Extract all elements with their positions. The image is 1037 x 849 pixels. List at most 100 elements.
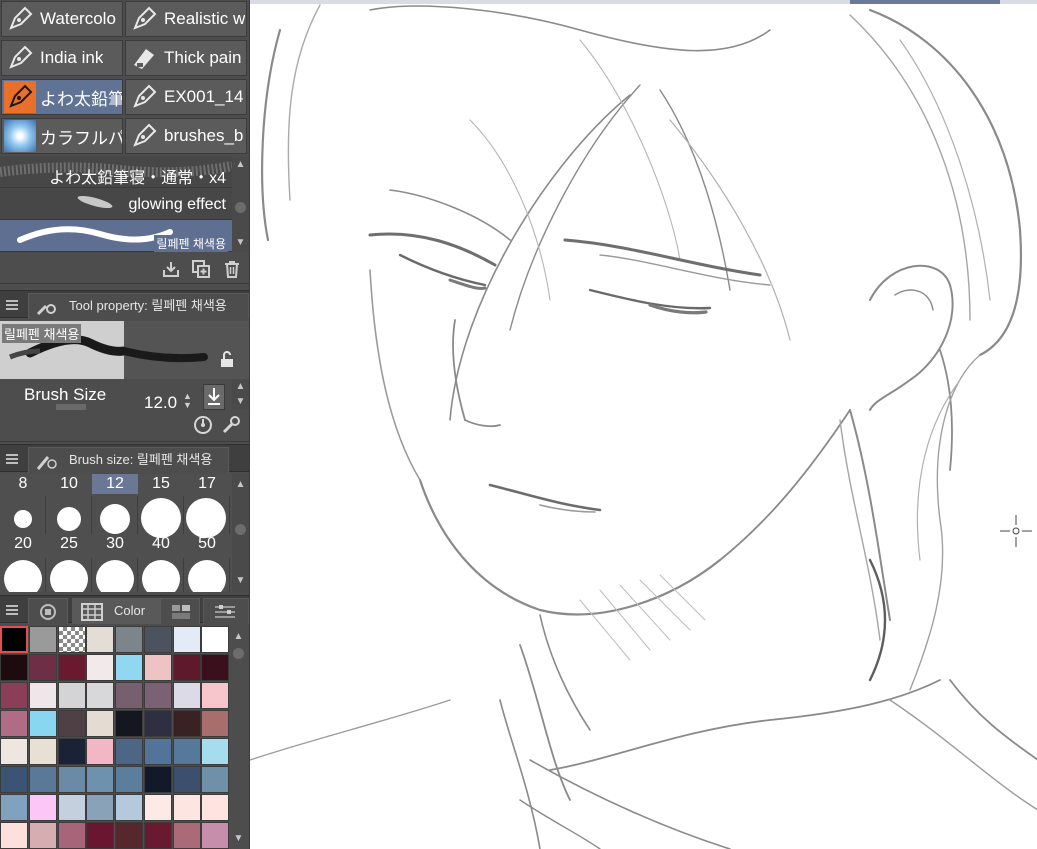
- tab-brush-size[interactable]: Brush size: 릴페펜 채색용: [28, 447, 229, 473]
- tool-property-scrollbar[interactable]: ▲ ▼: [232, 380, 249, 410]
- color-swatch[interactable]: [143, 822, 172, 849]
- color-swatch[interactable]: [0, 766, 28, 793]
- color-swatch[interactable]: [143, 794, 172, 821]
- color-swatch[interactable]: [115, 738, 143, 765]
- size-option[interactable]: 8: [0, 474, 46, 494]
- size-cell[interactable]: [138, 558, 184, 592]
- size-option[interactable]: 10: [46, 474, 92, 494]
- brush-list-scrollbar[interactable]: ▲ ▼: [232, 156, 249, 252]
- color-swatch[interactable]: [28, 738, 57, 765]
- brush-tile-yowata-pencil[interactable]: よわ太鉛筆: [1, 79, 123, 115]
- color-swatch[interactable]: [86, 626, 115, 653]
- color-swatch[interactable]: [115, 766, 143, 793]
- panel-menu-icon[interactable]: [6, 300, 18, 310]
- scroll-up-icon[interactable]: ▲: [232, 158, 249, 172]
- color-swatch[interactable]: [172, 654, 201, 681]
- scroll-down-icon[interactable]: ▼: [230, 832, 247, 846]
- size-cell[interactable]: [92, 496, 138, 534]
- color-swatch[interactable]: [172, 626, 201, 653]
- color-swatch[interactable]: [115, 794, 143, 821]
- color-swatch[interactable]: [57, 766, 86, 793]
- scroll-up-icon[interactable]: ▲: [230, 630, 247, 644]
- brush-tile-colorful[interactable]: カラフルパー: [1, 118, 123, 154]
- color-swatch[interactable]: [28, 682, 57, 709]
- scroll-down-icon[interactable]: ▼: [232, 574, 249, 588]
- color-swatch[interactable]: [57, 682, 86, 709]
- color-swatch[interactable]: [57, 626, 86, 653]
- color-swatch[interactable]: [0, 794, 28, 821]
- size-option-selected[interactable]: 12: [92, 474, 138, 494]
- size-cell[interactable]: [46, 496, 92, 534]
- color-swatch[interactable]: [28, 654, 57, 681]
- panel-menu-icon[interactable]: [6, 454, 18, 464]
- size-option[interactable]: 50: [184, 534, 230, 554]
- color-swatch[interactable]: [0, 738, 28, 765]
- pressure-dial-icon[interactable]: [192, 414, 214, 436]
- color-set-scrollbar[interactable]: ▲ ▼: [230, 626, 247, 849]
- size-option[interactable]: 40: [138, 534, 184, 554]
- color-swatch[interactable]: [172, 822, 201, 849]
- color-swatch[interactable]: [201, 626, 230, 653]
- color-swatch[interactable]: [201, 766, 230, 793]
- color-swatch[interactable]: [172, 766, 201, 793]
- brush-tile-realistic-watercolor[interactable]: Realistic w: [125, 1, 247, 37]
- brush-list-item[interactable]: よわ太鉛筆寝・通常・x4: [0, 156, 232, 188]
- scroll-down-icon[interactable]: ▼: [232, 236, 249, 250]
- scroll-thumb[interactable]: [235, 524, 246, 535]
- brush-tile-thick-paint[interactable]: Thick pain: [125, 40, 247, 76]
- color-swatch[interactable]: [86, 822, 115, 849]
- color-swatch[interactable]: [57, 654, 86, 681]
- color-swatch[interactable]: [143, 682, 172, 709]
- size-cell[interactable]: [184, 496, 230, 538]
- color-swatch[interactable]: [86, 654, 115, 681]
- scroll-up-icon[interactable]: ▲: [232, 380, 249, 394]
- color-swatch[interactable]: [57, 822, 86, 849]
- color-swatch[interactable]: [143, 654, 172, 681]
- brush-tile-watercolor[interactable]: Watercolo: [1, 1, 123, 37]
- color-swatch[interactable]: [86, 794, 115, 821]
- tab-color-sliders[interactable]: [203, 598, 249, 624]
- color-swatch[interactable]: [86, 682, 115, 709]
- scroll-thumb[interactable]: [233, 648, 244, 659]
- size-option[interactable]: 15: [138, 474, 184, 494]
- color-swatch[interactable]: [0, 822, 28, 849]
- color-swatch[interactable]: [143, 710, 172, 737]
- size-cell[interactable]: [184, 558, 230, 592]
- drawing-canvas[interactable]: [249, 0, 1037, 849]
- panel-menu-icon[interactable]: [6, 605, 18, 615]
- color-swatch[interactable]: [28, 822, 57, 849]
- color-swatch[interactable]: [172, 738, 201, 765]
- size-cell[interactable]: [92, 558, 138, 592]
- color-swatch[interactable]: [172, 794, 201, 821]
- color-swatch[interactable]: [115, 822, 143, 849]
- color-swatch[interactable]: [28, 794, 57, 821]
- brush-list-item[interactable]: glowing effect: [0, 188, 232, 220]
- size-stepper-icon[interactable]: ▲ ▼: [183, 392, 192, 410]
- color-swatch[interactable]: [201, 710, 230, 737]
- color-swatch[interactable]: [57, 738, 86, 765]
- color-swatch[interactable]: [57, 794, 86, 821]
- color-swatch[interactable]: [86, 738, 115, 765]
- color-swatch[interactable]: [0, 710, 28, 737]
- color-swatch[interactable]: [86, 766, 115, 793]
- download-icon[interactable]: [161, 259, 181, 279]
- size-option[interactable]: 17: [184, 474, 230, 494]
- color-swatch[interactable]: [143, 626, 172, 653]
- unlock-icon[interactable]: [218, 351, 236, 369]
- color-swatch[interactable]: [143, 738, 172, 765]
- wrench-icon[interactable]: [220, 414, 242, 436]
- color-swatch[interactable]: [201, 654, 230, 681]
- color-swatch[interactable]: [57, 710, 86, 737]
- brush-list-item-selected[interactable]: 릴페펜 채색용: [0, 220, 232, 252]
- color-swatch[interactable]: [143, 766, 172, 793]
- size-cell[interactable]: [46, 558, 92, 592]
- size-cell[interactable]: [138, 496, 184, 538]
- color-swatch[interactable]: [28, 710, 57, 737]
- duplicate-icon[interactable]: [191, 259, 211, 279]
- color-swatch[interactable]: [115, 654, 143, 681]
- size-option[interactable]: 20: [0, 534, 46, 554]
- color-swatch[interactable]: [201, 682, 230, 709]
- color-swatch[interactable]: [28, 626, 57, 653]
- size-apply-icon[interactable]: [203, 384, 225, 410]
- brush-size-scrollbar[interactable]: ▲ ▼: [232, 474, 249, 592]
